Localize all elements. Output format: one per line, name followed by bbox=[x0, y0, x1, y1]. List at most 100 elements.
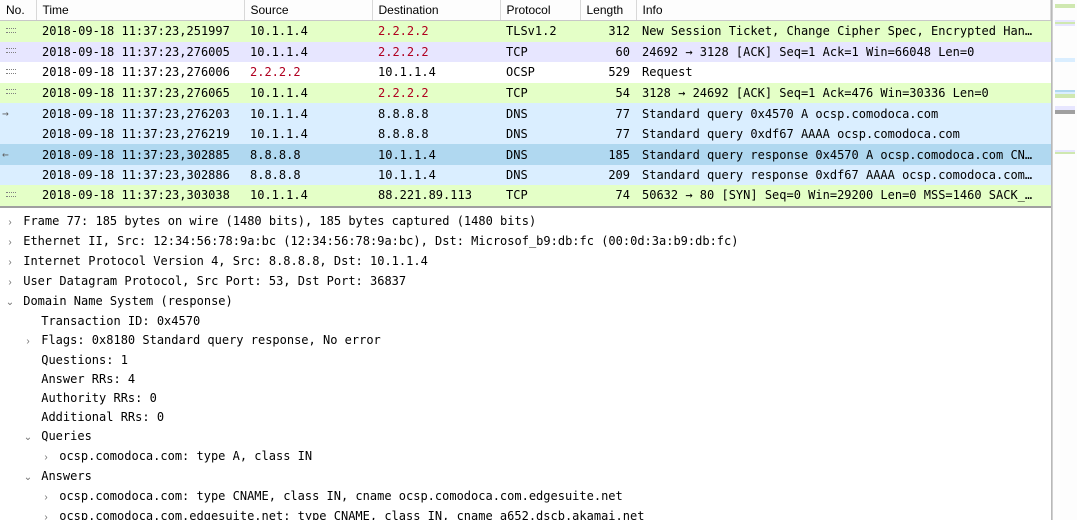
packet-list-header[interactable]: No. Time Source Destination Protocol Len… bbox=[0, 0, 1051, 21]
tree-row[interactable]: Authority RRs: 0 bbox=[0, 389, 1051, 408]
cell-protocol: OCSP bbox=[500, 62, 580, 83]
cell-info: Standard query response 0xdf67 AAAA ocsp… bbox=[636, 165, 1051, 185]
cell-time: 2018-09-18 11:37:23,251997 bbox=[36, 21, 244, 42]
cell-source: 2.2.2.2 bbox=[244, 62, 372, 83]
cell-destination: 88.221.89.113 bbox=[372, 185, 500, 206]
disclosure-closed-icon[interactable]: › bbox=[4, 214, 16, 231]
cell-source: 10.1.1.4 bbox=[244, 42, 372, 63]
cell-destination: 8.8.8.8 bbox=[372, 103, 500, 124]
cell-protocol: TCP bbox=[500, 42, 580, 63]
tree-row-label: Frame 77: 185 bytes on wire (1480 bits),… bbox=[16, 214, 536, 228]
packet-row[interactable]: 2018-09-18 11:37:23,2760062.2.2.210.1.1.… bbox=[0, 62, 1051, 83]
tree-row-label: Queries bbox=[34, 429, 92, 443]
cell-protocol: TCP bbox=[500, 185, 580, 206]
tree-row[interactable]: ⌄ Answers bbox=[0, 467, 1051, 487]
packet-row[interactable]: →2018-09-18 11:37:23,27620310.1.1.48.8.8… bbox=[0, 103, 1051, 124]
disclosure-open-icon[interactable]: ⌄ bbox=[22, 469, 34, 486]
cell-length: 74 bbox=[580, 185, 636, 206]
disclosure-closed-icon[interactable]: › bbox=[4, 274, 16, 291]
cell-destination: 10.1.1.4 bbox=[372, 165, 500, 185]
packet-list-pane[interactable]: No. Time Source Destination Protocol Len… bbox=[0, 0, 1051, 208]
row-gutter bbox=[0, 21, 36, 42]
packet-row[interactable]: 2018-09-18 11:37:23,3028868.8.8.810.1.1.… bbox=[0, 165, 1051, 185]
tree-row[interactable]: › ocsp.comodoca.com: type CNAME, class I… bbox=[0, 487, 1051, 507]
tree-row-label: Internet Protocol Version 4, Src: 8.8.8.… bbox=[16, 254, 428, 268]
cell-info: Request bbox=[636, 62, 1051, 83]
disclosure-open-icon[interactable]: ⌄ bbox=[22, 429, 34, 446]
tree-row[interactable]: Answer RRs: 4 bbox=[0, 370, 1051, 389]
disclosure-closed-icon[interactable]: › bbox=[40, 489, 52, 506]
tree-row[interactable]: ⌄ Queries bbox=[0, 427, 1051, 447]
cell-time: 2018-09-18 11:37:23,276219 bbox=[36, 124, 244, 144]
tree-row[interactable]: Questions: 1 bbox=[0, 351, 1051, 370]
tree-row[interactable]: › Frame 77: 185 bytes on wire (1480 bits… bbox=[0, 212, 1051, 232]
tree-row-label: Questions: 1 bbox=[34, 353, 128, 367]
tree-row-label: ocsp.comodoca.com: type CNAME, class IN,… bbox=[52, 489, 623, 503]
packet-row[interactable]: 2018-09-18 11:37:23,27606510.1.1.42.2.2.… bbox=[0, 83, 1051, 104]
tree-row-label: ocsp.comodoca.com.edgesuite.net: type CN… bbox=[52, 509, 644, 520]
disclosure-closed-icon[interactable]: › bbox=[4, 234, 16, 251]
tree-row-label: User Datagram Protocol, Src Port: 53, Ds… bbox=[16, 274, 406, 288]
cell-length: 54 bbox=[580, 83, 636, 104]
related-dots-icon bbox=[2, 188, 16, 200]
col-header-protocol[interactable]: Protocol bbox=[500, 0, 580, 21]
packet-row[interactable]: ←2018-09-18 11:37:23,3028858.8.8.810.1.1… bbox=[0, 144, 1051, 165]
col-header-time[interactable]: Time bbox=[36, 0, 244, 21]
disclosure-closed-icon[interactable]: › bbox=[40, 509, 52, 520]
cell-protocol: DNS bbox=[500, 124, 580, 144]
cell-length: 60 bbox=[580, 42, 636, 63]
tree-row-label: Answers bbox=[34, 469, 92, 483]
related-dots-icon bbox=[2, 65, 16, 77]
cell-time: 2018-09-18 11:37:23,276005 bbox=[36, 42, 244, 63]
packet-row[interactable]: 2018-09-18 11:37:23,25199710.1.1.42.2.2.… bbox=[0, 21, 1051, 42]
cell-protocol: DNS bbox=[500, 103, 580, 124]
col-header-length[interactable]: Length bbox=[580, 0, 636, 21]
cell-length: 312 bbox=[580, 21, 636, 42]
cell-protocol: TLSv1.2 bbox=[500, 21, 580, 42]
packet-row[interactable]: 2018-09-18 11:37:23,27621910.1.1.48.8.8.… bbox=[0, 124, 1051, 144]
col-header-info[interactable]: Info bbox=[636, 0, 1051, 21]
cell-info: New Session Ticket, Change Cipher Spec, … bbox=[636, 21, 1051, 42]
cell-time: 2018-09-18 11:37:23,302886 bbox=[36, 165, 244, 185]
packet-row[interactable]: 2018-09-18 11:37:23,27600510.1.1.42.2.2.… bbox=[0, 42, 1051, 63]
tree-row[interactable]: › Internet Protocol Version 4, Src: 8.8.… bbox=[0, 252, 1051, 272]
cell-length: 529 bbox=[580, 62, 636, 83]
cell-time: 2018-09-18 11:37:23,276006 bbox=[36, 62, 244, 83]
cell-time: 2018-09-18 11:37:23,276065 bbox=[36, 83, 244, 104]
cell-destination: 8.8.8.8 bbox=[372, 124, 500, 144]
packet-row[interactable]: 2018-09-18 11:37:23,30303810.1.1.488.221… bbox=[0, 185, 1051, 206]
tree-row-label: Additional RRs: 0 bbox=[34, 410, 164, 424]
packet-minimap[interactable] bbox=[1052, 0, 1077, 520]
tree-row[interactable]: ⌄ Domain Name System (response) bbox=[0, 292, 1051, 312]
minimap-mark bbox=[1055, 96, 1075, 98]
cell-length: 185 bbox=[580, 144, 636, 165]
disclosure-closed-icon[interactable]: › bbox=[22, 333, 34, 350]
cell-source: 10.1.1.4 bbox=[244, 103, 372, 124]
col-header-source[interactable]: Source bbox=[244, 0, 372, 21]
request-arrow-icon: → bbox=[2, 106, 16, 122]
tree-row-label: Answer RRs: 4 bbox=[34, 372, 135, 386]
tree-row[interactable]: › ocsp.comodoca.com: type A, class IN bbox=[0, 447, 1051, 467]
col-header-destination[interactable]: Destination bbox=[372, 0, 500, 21]
disclosure-open-icon[interactable]: ⌄ bbox=[4, 294, 16, 311]
packet-details-pane[interactable]: › Frame 77: 185 bytes on wire (1480 bits… bbox=[0, 208, 1051, 520]
tree-row[interactable]: Transaction ID: 0x4570 bbox=[0, 312, 1051, 331]
cell-source: 10.1.1.4 bbox=[244, 185, 372, 206]
related-dots-icon bbox=[2, 85, 16, 97]
tree-row[interactable]: › Flags: 0x8180 Standard query response,… bbox=[0, 331, 1051, 351]
cell-info: 3128 → 24692 [ACK] Seq=1 Ack=476 Win=303… bbox=[636, 83, 1051, 104]
tree-row[interactable]: › User Datagram Protocol, Src Port: 53, … bbox=[0, 272, 1051, 292]
cell-info: Standard query response 0x4570 A ocsp.co… bbox=[636, 144, 1051, 165]
tree-row[interactable]: › Ethernet II, Src: 12:34:56:78:9a:bc (1… bbox=[0, 232, 1051, 252]
disclosure-closed-icon[interactable]: › bbox=[40, 449, 52, 466]
tree-row[interactable]: › ocsp.comodoca.com.edgesuite.net: type … bbox=[0, 507, 1051, 520]
tree-row-label: Flags: 0x8180 Standard query response, N… bbox=[34, 333, 381, 347]
cell-source: 10.1.1.4 bbox=[244, 83, 372, 104]
cell-destination: 10.1.1.4 bbox=[372, 62, 500, 83]
tree-row-label: Ethernet II, Src: 12:34:56:78:9a:bc (12:… bbox=[16, 234, 738, 248]
tree-row[interactable]: Additional RRs: 0 bbox=[0, 408, 1051, 427]
disclosure-closed-icon[interactable]: › bbox=[4, 254, 16, 271]
cell-length: 209 bbox=[580, 165, 636, 185]
col-header-no[interactable]: No. bbox=[0, 0, 36, 21]
row-gutter bbox=[0, 124, 36, 144]
